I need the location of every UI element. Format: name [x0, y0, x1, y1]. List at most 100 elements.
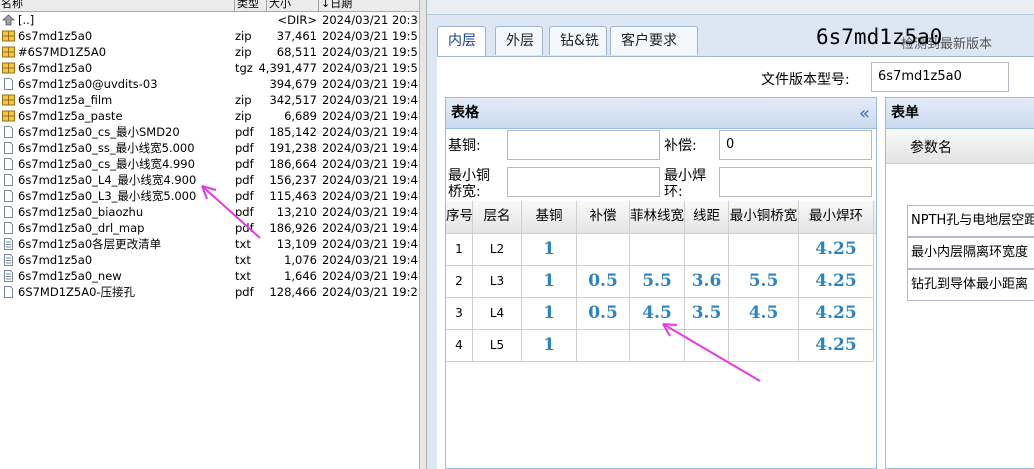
grid-cell[interactable]: L3: [473, 266, 522, 298]
file-row[interactable]: 6s7md1z5a0_L3_最小线宽5.000 pdf 115,463 2024/03…: [0, 188, 419, 204]
file-row[interactable]: 6s7md1z5a0 tgz 4,391,477 2024/03/21 19:5: [0, 60, 419, 76]
file-name: 6s7md1z5a0: [18, 61, 93, 75]
file-row[interactable]: 6s7md1z5a0_cs_最小线宽4.990 pdf 186,664 2024/03…: [0, 156, 419, 172]
file-icon: [2, 286, 15, 298]
grid-cell[interactable]: 3.6: [685, 266, 729, 298]
file-list-header: 名称 类型 大小 ↓日期: [0, 0, 419, 12]
grid-cell[interactable]: [685, 234, 729, 266]
grid-cell[interactable]: L2: [473, 234, 522, 266]
grid-cell[interactable]: 0.5: [577, 298, 630, 330]
column-header-name[interactable]: 名称: [1, 0, 23, 9]
grid-cell[interactable]: [630, 330, 685, 362]
file-row[interactable]: 6s7md1z5a0 txt 1,076 2024/03/21 19:4: [0, 252, 419, 268]
grid-cell[interactable]: 3.5: [685, 298, 729, 330]
grid-cell[interactable]: 4.5: [729, 298, 799, 330]
param-row-drill-to-conductor[interactable]: 钻孔到导体最小距离: [907, 269, 1034, 301]
grid-column-header[interactable]: 序号: [446, 201, 473, 233]
file-type: pdf: [235, 189, 254, 203]
file-icon: [2, 222, 15, 234]
grid-cell[interactable]: 1: [446, 234, 473, 266]
tab-drill-mill[interactable]: 钻&铣: [549, 26, 607, 55]
grid-cell[interactable]: 3: [446, 298, 473, 330]
file-row[interactable]: 6s7md1z5a_film zip 342,517 2024/03/21 19:4: [0, 92, 419, 108]
grid-cell[interactable]: L4: [473, 298, 522, 330]
file-row[interactable]: 6S7MD1Z5A0-压接孔 pdf 128,466 2024/03/21 19:2: [0, 284, 419, 300]
file-name: 6s7md1z5a0_L3_最小线宽5.000: [18, 189, 197, 203]
version-input[interactable]: 6s7md1z5a0: [871, 62, 1009, 92]
grid-cell[interactable]: L5: [473, 330, 522, 362]
file-date: 2024/03/21 19:5: [322, 29, 418, 43]
pane-splitter[interactable]: [419, 0, 427, 469]
tab-inner-layer[interactable]: 内层: [437, 26, 486, 57]
grid-column-header[interactable]: 补偿: [577, 201, 630, 233]
file-row[interactable]: #6S7MD1Z5A0 zip 68,511 2024/03/21 19:5: [0, 44, 419, 60]
grid-cell[interactable]: [577, 330, 630, 362]
param-row-npth-clearance[interactable]: NPTH孔与电地层空距: [907, 205, 1034, 237]
min-copper-bridge-input[interactable]: [507, 167, 660, 197]
grid-cell[interactable]: 4: [446, 330, 473, 362]
column-header-type[interactable]: 类型: [237, 0, 259, 9]
table-row[interactable]: 4 L5 1 4.25: [446, 330, 876, 362]
grid-cell[interactable]: [685, 330, 729, 362]
grid-cell[interactable]: 5.5: [630, 266, 685, 298]
column-separator[interactable]: [266, 0, 267, 11]
grid-cell[interactable]: 1: [522, 234, 577, 266]
grid-column-header[interactable]: 最小铜桥宽: [729, 201, 799, 233]
grid-cell[interactable]: 4.25: [799, 234, 874, 266]
file-row[interactable]: 6s7md1z5a0 zip 37,461 2024/03/21 19:5: [0, 28, 419, 44]
grid-column-header[interactable]: 线距: [685, 201, 729, 233]
file-name: 6s7md1z5a0_new: [18, 269, 122, 283]
grid-column-header[interactable]: 最小焊环: [799, 201, 874, 233]
grid-cell[interactable]: 2: [446, 266, 473, 298]
grid-cell[interactable]: [577, 234, 630, 266]
file-row[interactable]: [..] <DIR> 2024/03/21 20:3: [0, 12, 419, 28]
grid-cell[interactable]: [630, 234, 685, 266]
file-row[interactable]: 6s7md1z5a0各层更改清单 txt 13,109 2024/03/21 19:4: [0, 236, 419, 252]
param-name-header: 参数名: [910, 140, 952, 156]
file-row[interactable]: 6s7md1z5a0_biaozhu pdf 13,210 2024/03/21 19…: [0, 204, 419, 220]
grid-column-header[interactable]: 基铜: [522, 201, 577, 233]
compensation-input[interactable]: 0: [719, 130, 872, 160]
table-row[interactable]: 3 L4 1 0.5 4.5 3.5 4.5 4.25: [446, 298, 876, 330]
base-copper-input[interactable]: [507, 130, 660, 160]
grid-column-header[interactable]: 层名: [473, 201, 522, 233]
file-row[interactable]: 6s7md1z5a0_new txt 1,646 2024/03/21 19:4: [0, 268, 419, 284]
file-type: pdf: [235, 125, 254, 139]
file-row[interactable]: 6s7md1z5a0_drl_map pdf 186,926 2024/03/21 1…: [0, 220, 419, 236]
column-separator[interactable]: [234, 0, 235, 11]
table-row[interactable]: 1 L2 1 4.25: [446, 234, 876, 266]
file-row[interactable]: 6s7md1z5a0_ss_最小线宽5.000 pdf 191,238 2024/03…: [0, 140, 419, 156]
grid-cell[interactable]: [729, 330, 799, 362]
file-type: txt: [235, 237, 251, 251]
grid-cell[interactable]: 4.5: [630, 298, 685, 330]
grid-cell[interactable]: 4.25: [799, 330, 874, 362]
form-panel: 表单 参数名 NPTH孔与电地层空距 最小内层隔离环宽度 钻孔到导体最小距离: [885, 97, 1034, 469]
column-separator[interactable]: [318, 0, 319, 11]
grid-cell[interactable]: [729, 234, 799, 266]
file-date: 2024/03/21 19:4: [322, 237, 418, 251]
grid-cell[interactable]: 4.25: [799, 266, 874, 298]
tab-outer-layer[interactable]: 外层: [495, 26, 543, 55]
grid-cell[interactable]: 0.5: [577, 266, 630, 298]
file-row[interactable]: 6s7md1z5a0_cs_最小SMD20 pdf 185,142 2024/03/2…: [0, 124, 419, 140]
tab-customer-requirements[interactable]: 客户要求: [610, 26, 698, 55]
grid-cell[interactable]: 1: [522, 298, 577, 330]
min-ring-input[interactable]: [719, 167, 872, 197]
file-row[interactable]: 6s7md1z5a_paste zip 6,689 2024/03/21 19:4: [0, 108, 419, 124]
file-size: <DIR>: [277, 13, 317, 27]
file-row[interactable]: 6s7md1z5a0@uvdits-03 394,679 2024/03/21 19…: [0, 76, 419, 92]
file-size: 68,511: [276, 45, 317, 59]
grid-cell[interactable]: 4.25: [799, 298, 874, 330]
table-row[interactable]: 2 L3 1 0.5 5.5 3.6 5.5 4.25: [446, 266, 876, 298]
collapse-left-icon[interactable]: «: [859, 98, 870, 129]
column-header-date[interactable]: ↓日期: [321, 0, 352, 9]
file-row[interactable]: 6s7md1z5a0_L4_最小线宽4.900 pdf 156,237 2024/03…: [0, 172, 419, 188]
grid-column-header[interactable]: 菲林线宽: [630, 201, 685, 233]
grid-cell[interactable]: 1: [522, 330, 577, 362]
param-row-min-isolation-ring[interactable]: 最小内层隔离环宽度: [907, 237, 1034, 269]
file-size: 6,689: [284, 109, 317, 123]
column-header-size[interactable]: 大小: [269, 0, 291, 9]
up-folder-icon: [1, 14, 16, 26]
grid-cell[interactable]: 1: [522, 266, 577, 298]
grid-cell[interactable]: 5.5: [729, 266, 799, 298]
